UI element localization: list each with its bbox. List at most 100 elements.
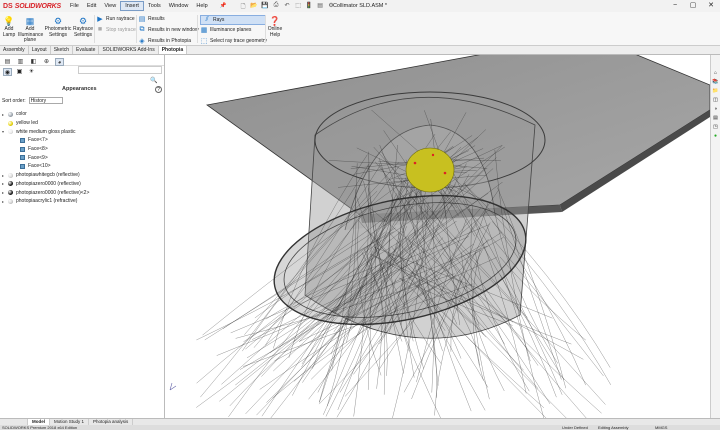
appearances-scenes-icon[interactable]: ◑	[712, 105, 720, 113]
illuminance-planes-label: Illuminance planes	[210, 27, 252, 33]
property-manager-tab-icon[interactable]: ▥	[16, 58, 25, 66]
photometric-settings-button[interactable]: ⚙ Photometric Settings	[44, 16, 72, 38]
run-raytrace-button[interactable]: ▶ Run raytrace	[96, 15, 134, 23]
appearance-label: photopiaacrylic1 (refractive)	[16, 198, 78, 205]
view-palette-icon[interactable]: ◫	[712, 96, 720, 104]
dimxpert-tab-icon[interactable]: ⊕	[42, 58, 51, 66]
design-library-icon[interactable]: 📚	[712, 78, 720, 86]
tab-solidworks-add-ins[interactable]: SOLIDWORKS Add-Ins	[99, 46, 159, 54]
sort-order-select[interactable]: History	[28, 97, 63, 104]
print-icon[interactable]: ⎙	[272, 2, 281, 10]
select-ray-trace-geometry-label: Select ray trace geometry	[210, 38, 267, 44]
menu-view[interactable]: View	[100, 2, 120, 10]
configuration-manager-tab-icon[interactable]: ◧	[29, 58, 38, 66]
appearance-label: white medium gloss plastic	[16, 128, 76, 135]
select-icon[interactable]: ⬚	[294, 2, 303, 10]
face-icon	[20, 163, 25, 169]
undo-icon[interactable]: ↶	[283, 2, 292, 10]
appearance-label: photopiazero0000 (reflective)<2>	[16, 189, 90, 196]
tab-sketch[interactable]: Sketch	[51, 46, 73, 54]
raytrace-settings-icon: ⚙	[78, 16, 88, 26]
appearance-face-item[interactable]: Face<7>	[2, 136, 162, 145]
bottom-tabs: Model Motion Study 1 Photopia analysis	[0, 418, 720, 425]
title-bar: DS SOLIDWORKS File Edit View Insert Tool…	[0, 0, 720, 12]
feature-manager-tab-icon[interactable]: ▤	[3, 58, 12, 66]
open-file-icon[interactable]: 📂	[250, 2, 259, 10]
tab-layout[interactable]: Layout	[29, 46, 51, 54]
led-marker	[413, 161, 417, 165]
ribbon-divider	[265, 15, 266, 43]
menu-insert[interactable]: Insert	[120, 1, 144, 11]
file-explorer-icon[interactable]: 📁	[712, 87, 720, 95]
stop-raytrace-button[interactable]: ■ Stop raytrace	[96, 26, 136, 33]
save-icon[interactable]: 💾	[261, 2, 270, 10]
online-help-button[interactable]: ❓ Online Help	[267, 16, 283, 38]
close-button[interactable]: ✕	[702, 0, 720, 12]
custom-properties-icon[interactable]: ▤	[712, 114, 720, 122]
pin-icon[interactable]: 📌	[216, 2, 231, 10]
panel-tabs: ▤ ▥ ◧ ⊕ ◕	[0, 55, 164, 66]
appearance-label: photopiazero0000 (reflective)	[16, 180, 81, 187]
graphics-viewport[interactable]	[165, 55, 710, 418]
add-lamp-button[interactable]: 💡 Add Lamp	[2, 16, 16, 38]
menu-edit[interactable]: Edit	[83, 2, 100, 10]
online-help-label: Online Help	[267, 26, 283, 38]
search-icon[interactable]: 🔍	[150, 77, 157, 84]
appearance-face-item[interactable]: Face<10>	[2, 162, 162, 171]
tab-photopia[interactable]: Photopia	[158, 46, 188, 54]
illuminance-planes-toggle[interactable]: ▦ Illuminance planes	[200, 26, 252, 34]
results-label: Results	[148, 16, 165, 22]
display-manager-tab-icon[interactable]: ◕	[55, 58, 64, 66]
view-triad	[169, 382, 177, 391]
appearance-item[interactable]: ▸ photopiazero0000 (reflective)	[2, 180, 162, 189]
results-button[interactable]: ▤ Results	[138, 15, 165, 23]
panel-title: Appearances	[62, 86, 97, 92]
rays-label: Rays	[213, 17, 225, 23]
solidworks-forum-icon[interactable]: ◳	[712, 123, 720, 131]
appearance-face-item[interactable]: Face<9>	[2, 153, 162, 162]
scene-lights-subtab-icon[interactable]: ☀	[27, 68, 36, 76]
appearances-subtab-icon[interactable]: ◉	[3, 68, 12, 76]
select-ray-trace-geometry-button[interactable]: ⬚ Select ray trace geometry	[200, 37, 267, 45]
results-new-window-button[interactable]: ⧉ Results in new window	[138, 26, 199, 34]
menu-help[interactable]: Help	[192, 2, 211, 10]
appearance-item[interactable]: ▸ photopiazero0000 (reflective)<2>	[2, 188, 162, 197]
panel-help-icon[interactable]: ?	[155, 86, 162, 93]
menu-tools[interactable]: Tools	[144, 2, 165, 10]
window-controls: − ▢ ✕	[666, 0, 720, 12]
photopia-task-icon[interactable]: ●	[712, 132, 720, 140]
appearance-item[interactable]: yellow led	[2, 119, 162, 128]
appearance-item[interactable]: ▸ photopiaacrylic1 (refractive)	[2, 197, 162, 206]
appearance-item[interactable]: ▾ white medium gloss plastic	[2, 127, 162, 136]
minimize-button[interactable]: −	[666, 0, 684, 12]
tab-evaluate[interactable]: Evaluate	[73, 46, 100, 54]
maximize-button[interactable]: ▢	[684, 0, 702, 12]
menu-window[interactable]: Window	[165, 2, 193, 10]
appearance-face-item[interactable]: Face<8>	[2, 145, 162, 154]
rays-icon: ⫽	[205, 16, 209, 23]
tab-assembly[interactable]: Assembly	[0, 46, 29, 54]
new-file-icon[interactable]: 🗋	[239, 2, 248, 10]
appearance-ball-icon	[8, 120, 13, 126]
appearance-item[interactable]: ▸ color	[2, 110, 162, 119]
status-units[interactable]: MMGS	[655, 425, 667, 430]
rays-toggle[interactable]: ⫽ Rays	[200, 15, 266, 25]
solidworks-resources-icon[interactable]: ⌂	[712, 69, 720, 77]
yellow-led[interactable]	[405, 147, 455, 193]
menu-file[interactable]: File	[66, 2, 83, 10]
add-illuminance-plane-button[interactable]: ▦ Add Illuminance plane	[18, 16, 43, 44]
options-gear-icon[interactable]: ⚙	[327, 2, 336, 10]
solidworks-logo[interactable]: DS SOLIDWORKS	[0, 3, 66, 10]
face-icon	[20, 146, 25, 152]
raytrace-settings-button[interactable]: ⚙ Raytrace Settings	[72, 16, 94, 38]
results-photopia-button[interactable]: ◈ Results in Photopia	[138, 37, 191, 45]
decals-subtab-icon[interactable]: ▣	[15, 68, 24, 76]
appearance-item[interactable]: ▸ photopiawhitegcb (reflective)	[2, 171, 162, 180]
lamp-icon: 💡	[3, 16, 15, 26]
rebuild-icon[interactable]: 🚦	[305, 2, 314, 10]
photometric-settings-icon: ⚙	[53, 16, 63, 26]
panel-search-box[interactable]	[78, 66, 162, 74]
collimator-3d-view[interactable]	[165, 55, 710, 418]
file-properties-icon[interactable]: ▤	[316, 2, 325, 10]
appearances-panel: ▤ ▥ ◧ ⊕ ◕ ◉ ▣ ☀ 🔍 Appearances ? Sort ord…	[0, 55, 165, 418]
